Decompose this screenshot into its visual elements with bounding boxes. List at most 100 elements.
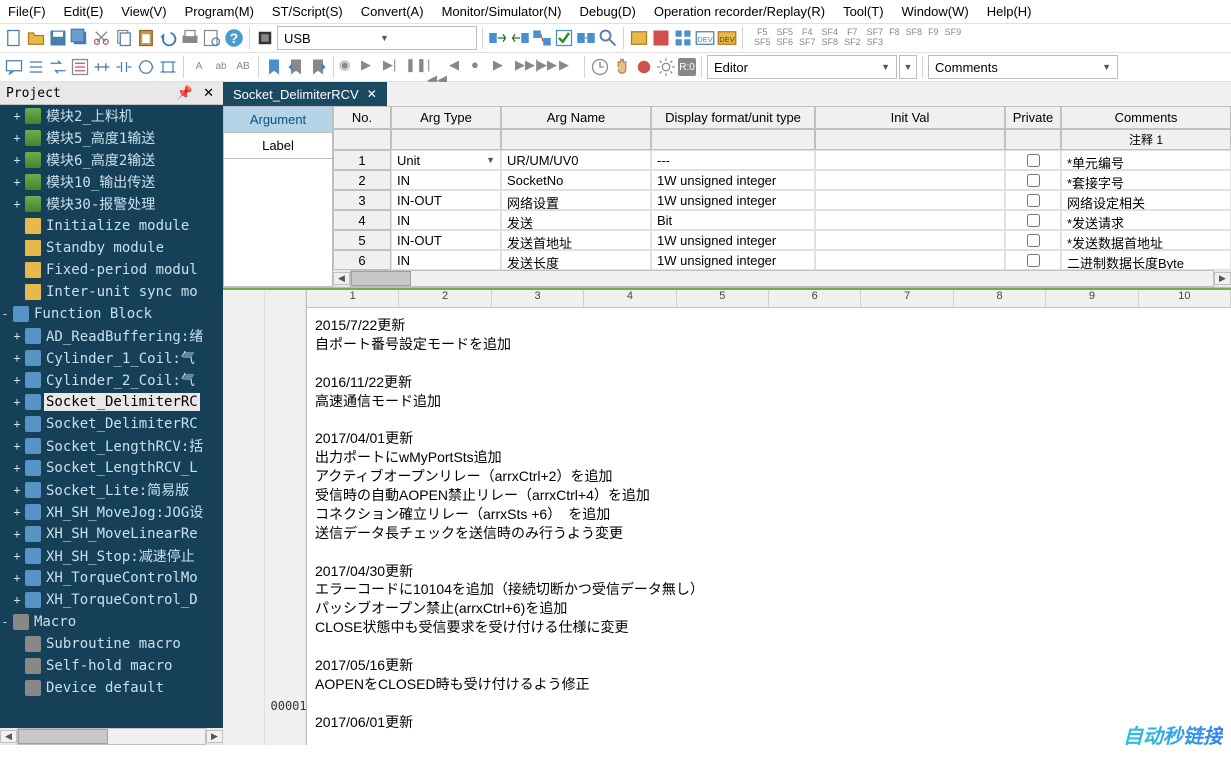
tree-item[interactable]: +XH_TorqueControlMo xyxy=(0,567,223,589)
display-format[interactable]: 1W unsigned integer xyxy=(651,250,815,270)
expand-icon[interactable]: + xyxy=(12,439,22,453)
paste-icon[interactable] xyxy=(136,28,156,48)
expand-icon[interactable] xyxy=(12,241,22,255)
expand-icon[interactable]: - xyxy=(0,307,10,321)
menu-edit[interactable]: Edit(E) xyxy=(64,4,104,19)
prev-icon[interactable]: ◀ xyxy=(449,57,469,77)
row-no[interactable]: 4 xyxy=(333,210,391,230)
arg-name[interactable]: 发送长度 xyxy=(501,250,651,270)
menu-st/script[interactable]: ST/Script(S) xyxy=(272,4,343,19)
editor-dropdown[interactable]: Editor ▼ xyxy=(707,55,897,79)
col-disp[interactable]: Display format/unit type xyxy=(651,106,815,129)
arg-type[interactable]: IN xyxy=(391,170,501,190)
comment[interactable]: *发送请求 xyxy=(1061,210,1231,230)
save-icon[interactable] xyxy=(48,28,68,48)
menu-help[interactable]: Help(H) xyxy=(987,4,1032,19)
list-icon[interactable] xyxy=(26,57,46,77)
tree-item[interactable]: +Socket_Lite:简易版 xyxy=(0,479,223,501)
private-checkbox[interactable] xyxy=(1027,174,1040,187)
tree-item[interactable]: +模块2_上料机 xyxy=(0,105,223,127)
r-icon[interactable]: R:0 xyxy=(678,58,696,76)
tree-item[interactable]: +模块10_输出传送 xyxy=(0,171,223,193)
display-format[interactable]: 1W unsigned integer xyxy=(651,190,815,210)
arg-name[interactable]: 发送首地址 xyxy=(501,230,651,250)
ff-icon[interactable]: ▶▶ xyxy=(537,57,557,77)
compare-icon[interactable] xyxy=(576,28,596,48)
grid-icon[interactable] xyxy=(673,28,693,48)
init-val[interactable] xyxy=(815,150,1005,170)
search-icon[interactable] xyxy=(598,28,618,48)
row-no[interactable]: 5 xyxy=(333,230,391,250)
tab-close-icon[interactable]: ✕ xyxy=(367,87,377,101)
arg-type[interactable]: Unit▼ xyxy=(391,150,501,170)
menu-tool[interactable]: Tool(T) xyxy=(843,4,883,19)
private-checkbox[interactable] xyxy=(1027,194,1040,207)
sim-icon[interactable] xyxy=(629,28,649,48)
row-no[interactable]: 6 xyxy=(333,250,391,270)
col-comments[interactable]: Comments xyxy=(1061,106,1231,129)
arg-type[interactable]: IN-OUT xyxy=(391,230,501,250)
comment[interactable]: 二进制数据长度Byte xyxy=(1061,250,1231,270)
arg-name[interactable]: 发送 xyxy=(501,210,651,230)
scroll-right[interactable]: ▶ xyxy=(1214,272,1231,285)
expand-icon[interactable]: + xyxy=(12,461,22,475)
row-no[interactable]: 2 xyxy=(333,170,391,190)
comment[interactable]: 网络设定相关 xyxy=(1061,190,1231,210)
menu-view[interactable]: View(V) xyxy=(121,4,166,19)
chip-icon[interactable] xyxy=(255,28,275,48)
fkey-F7[interactable]: F7SF2 xyxy=(844,28,861,48)
expand-icon[interactable]: + xyxy=(12,351,22,365)
expand-icon[interactable]: + xyxy=(12,175,22,189)
expand-icon[interactable]: + xyxy=(12,593,22,607)
fkey-F4[interactable]: F4SF7 xyxy=(799,28,816,48)
tree-item[interactable]: +Socket_DelimiterRC xyxy=(0,413,223,435)
private-check[interactable] xyxy=(1005,170,1061,190)
expand-icon[interactable]: + xyxy=(12,131,22,145)
rec-icon[interactable]: ● xyxy=(471,57,491,77)
private-checkbox[interactable] xyxy=(1027,254,1040,267)
menu-program[interactable]: Program(M) xyxy=(185,4,254,19)
private-check[interactable] xyxy=(1005,150,1061,170)
menu-operation recorder/replay[interactable]: Operation recorder/Replay(R) xyxy=(654,4,825,19)
fkey-SF7[interactable]: SF7SF3 xyxy=(867,28,884,48)
code-text[interactable]: 2015/7/22更新 自ポート番号設定モードを追加 2016/11/22更新 … xyxy=(307,308,1231,745)
verify-icon[interactable] xyxy=(554,28,574,48)
init-val[interactable] xyxy=(815,250,1005,270)
comment[interactable]: *单元编号 xyxy=(1061,150,1231,170)
tree-item[interactable]: Device default xyxy=(0,677,223,699)
private-checkbox[interactable] xyxy=(1027,234,1040,247)
stop-icon[interactable]: ◉ xyxy=(339,57,359,77)
fkey-SF9[interactable]: SF9 xyxy=(945,28,962,48)
tab-label[interactable]: Label xyxy=(224,133,332,159)
expand-icon[interactable]: + xyxy=(12,373,22,387)
next-icon[interactable]: ▶ xyxy=(493,57,513,77)
init-val[interactable] xyxy=(815,210,1005,230)
expand-icon[interactable]: + xyxy=(12,483,22,497)
expand-icon[interactable]: - xyxy=(0,615,10,629)
expand-icon[interactable] xyxy=(12,659,22,673)
arg-type[interactable]: IN xyxy=(391,250,501,270)
tree-item[interactable]: +Cylinder_1_Coil:气 xyxy=(0,347,223,369)
tree-item[interactable]: +模块6_高度2输送 xyxy=(0,149,223,171)
expand-icon[interactable]: + xyxy=(12,329,22,343)
init-val[interactable] xyxy=(815,190,1005,210)
skip-end-icon[interactable]: ▶▶| xyxy=(515,57,535,77)
edit-ladder-icon[interactable] xyxy=(70,57,90,77)
expand-icon[interactable]: + xyxy=(12,417,22,431)
hand-icon[interactable] xyxy=(612,57,632,77)
col-name[interactable]: Arg Name xyxy=(501,106,651,129)
transfer-to-icon[interactable] xyxy=(488,28,508,48)
private-check[interactable] xyxy=(1005,250,1061,270)
scroll-left[interactable]: ◀ xyxy=(0,730,17,743)
expand-icon[interactable] xyxy=(12,681,22,695)
step-icon[interactable]: ▶| xyxy=(383,57,403,77)
scroll-track[interactable] xyxy=(350,270,1214,287)
tree-item[interactable]: +模块30-报警处理 xyxy=(0,193,223,215)
fkey-F8[interactable]: F8 xyxy=(889,28,900,48)
cut-icon[interactable] xyxy=(92,28,112,48)
arg-type[interactable]: IN-OUT xyxy=(391,190,501,210)
open-icon[interactable] xyxy=(26,28,46,48)
chevron-down-icon[interactable]: ▼ xyxy=(486,155,495,165)
pin-icon[interactable]: 📌 xyxy=(174,85,196,101)
menu-window[interactable]: Window(W) xyxy=(902,4,969,19)
